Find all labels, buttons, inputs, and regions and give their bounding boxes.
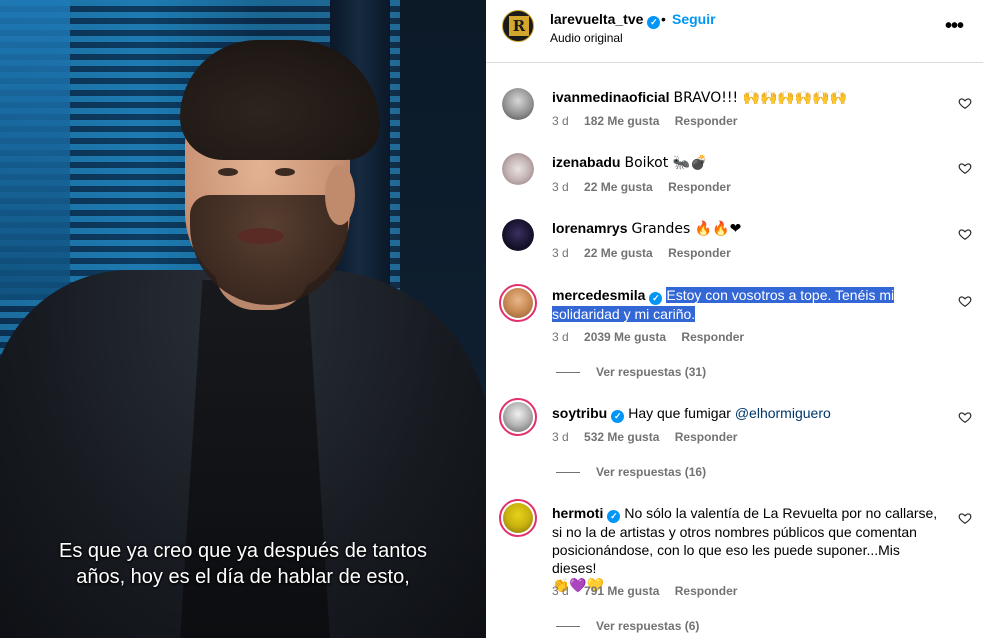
reply-button[interactable]: Responder [675,114,738,128]
heart-icon[interactable] [958,511,972,525]
replies-divider [556,372,580,374]
video-player[interactable]: Es que ya creo que ya después de tantos … [0,0,486,638]
comment-likes[interactable]: 22 Me gusta [584,180,653,194]
comment-meta: 3 d 532 Me gusta Responder [552,430,749,444]
verified-badge-icon: ✓ [649,292,663,305]
person-eye-right [275,168,295,176]
follow-button[interactable]: Seguir [672,11,716,27]
reply-button[interactable]: Responder [675,430,738,444]
comment-age[interactable]: 3 d [552,430,569,444]
reply-button[interactable]: Responder [675,584,738,598]
comment-username[interactable]: mercedesmila ✓ [552,287,663,305]
comment-meta: 3 d 22 Me gusta Responder [552,246,743,260]
comment-meta: 3 d 182 Me gusta Responder [552,114,749,128]
avatar[interactable] [502,88,534,120]
verified-badge-icon: ✓ [647,16,661,29]
comments-panel: R larevuelta_tve ✓ • Seguir Audio origina… [486,0,983,638]
comment-text: soytribu ✓ Hay que fumigar @elhormiguero [552,405,831,423]
avatar[interactable] [499,398,537,436]
post-header: R larevuelta_tve ✓ • Seguir Audio origina… [486,0,983,63]
video-subtitle: Es que ya creo que ya después de tantos … [0,538,486,590]
avatar[interactable] [502,153,534,185]
person-ear [325,165,355,225]
view-replies-button[interactable]: Ver respuestas (31) [556,365,706,379]
comment-likes[interactable]: 22 Me gusta [584,246,653,260]
comment-username[interactable]: soytribu ✓ [552,405,625,423]
heart-icon[interactable] [958,227,972,241]
heart-icon[interactable] [958,161,972,175]
heart-icon[interactable] [958,410,972,424]
reply-button[interactable]: Responder [668,180,731,194]
view-replies-button[interactable]: Ver respuestas (16) [556,465,706,479]
comment-likes[interactable]: 2039 Me gusta [584,330,666,344]
larevuelta-logo-icon: R [509,16,529,36]
view-replies-button[interactable]: Ver respuestas (6) [556,619,699,633]
avatar[interactable]: R [502,10,534,42]
separator-dot: • [661,11,666,27]
comment-likes[interactable]: 182 Me gusta [584,114,659,128]
mention-link[interactable]: @elhormiguero [735,405,831,421]
comment-likes[interactable]: 791 Me gusta [584,584,659,598]
comment-age[interactable]: 3 d [552,330,569,344]
subtitle-line-2: años, hoy es el día de hablar de esto, [76,566,410,588]
more-options-icon[interactable]: ••• [945,15,964,38]
person-eye-left [218,168,238,176]
replies-divider [556,472,580,474]
comment-age[interactable]: 3 d [552,114,569,128]
comment-username[interactable]: izenabadu [552,154,620,170]
video-background-panel [0,0,70,300]
comment-meta: 3 d 2039 Me gusta Responder [552,330,756,344]
person-mouth [238,228,284,244]
comment-meta: 3 d 791 Me gusta Responder [552,584,749,598]
audio-link[interactable]: Audio original [550,31,623,45]
comment-likes[interactable]: 532 Me gusta [584,430,659,444]
reply-button[interactable]: Responder [668,246,731,260]
comment-age[interactable]: 3 d [552,584,569,598]
post-username[interactable]: larevuelta_tve ✓ [550,11,661,29]
comment-age[interactable]: 3 d [552,180,569,194]
comment-username[interactable]: hermoti ✓ [552,505,621,523]
heart-icon[interactable] [958,294,972,308]
comment-text: mercedesmila ✓ Estoy con vosotros a tope. … [552,286,946,323]
heart-icon[interactable] [958,96,972,110]
verified-badge-icon: ✓ [611,410,625,423]
comment-username[interactable]: ivanmedinaoficial [552,89,669,105]
replies-divider [556,626,580,628]
comment-text: izenabadu Boikot 🐜💣 [552,154,708,171]
comment-username[interactable]: lorenamrys [552,220,627,236]
comment-text: ivanmedinaoficial BRAVO!!! 🙌🙌🙌🙌🙌🙌 [552,89,848,106]
verified-badge-icon: ✓ [607,510,621,523]
comment-age[interactable]: 3 d [552,246,569,260]
avatar[interactable] [499,499,537,537]
comment-meta: 3 d 22 Me gusta Responder [552,180,743,194]
comment-text: hermoti ✓ No sólo la valentía de La Revuel… [552,504,946,595]
avatar[interactable] [502,219,534,251]
comment-text: lorenamrys Grandes 🔥🔥❤ [552,220,742,237]
reply-button[interactable]: Responder [681,330,744,344]
avatar[interactable] [499,284,537,322]
subtitle-line-1: Es que ya creo que ya después de tantos [58,540,428,562]
